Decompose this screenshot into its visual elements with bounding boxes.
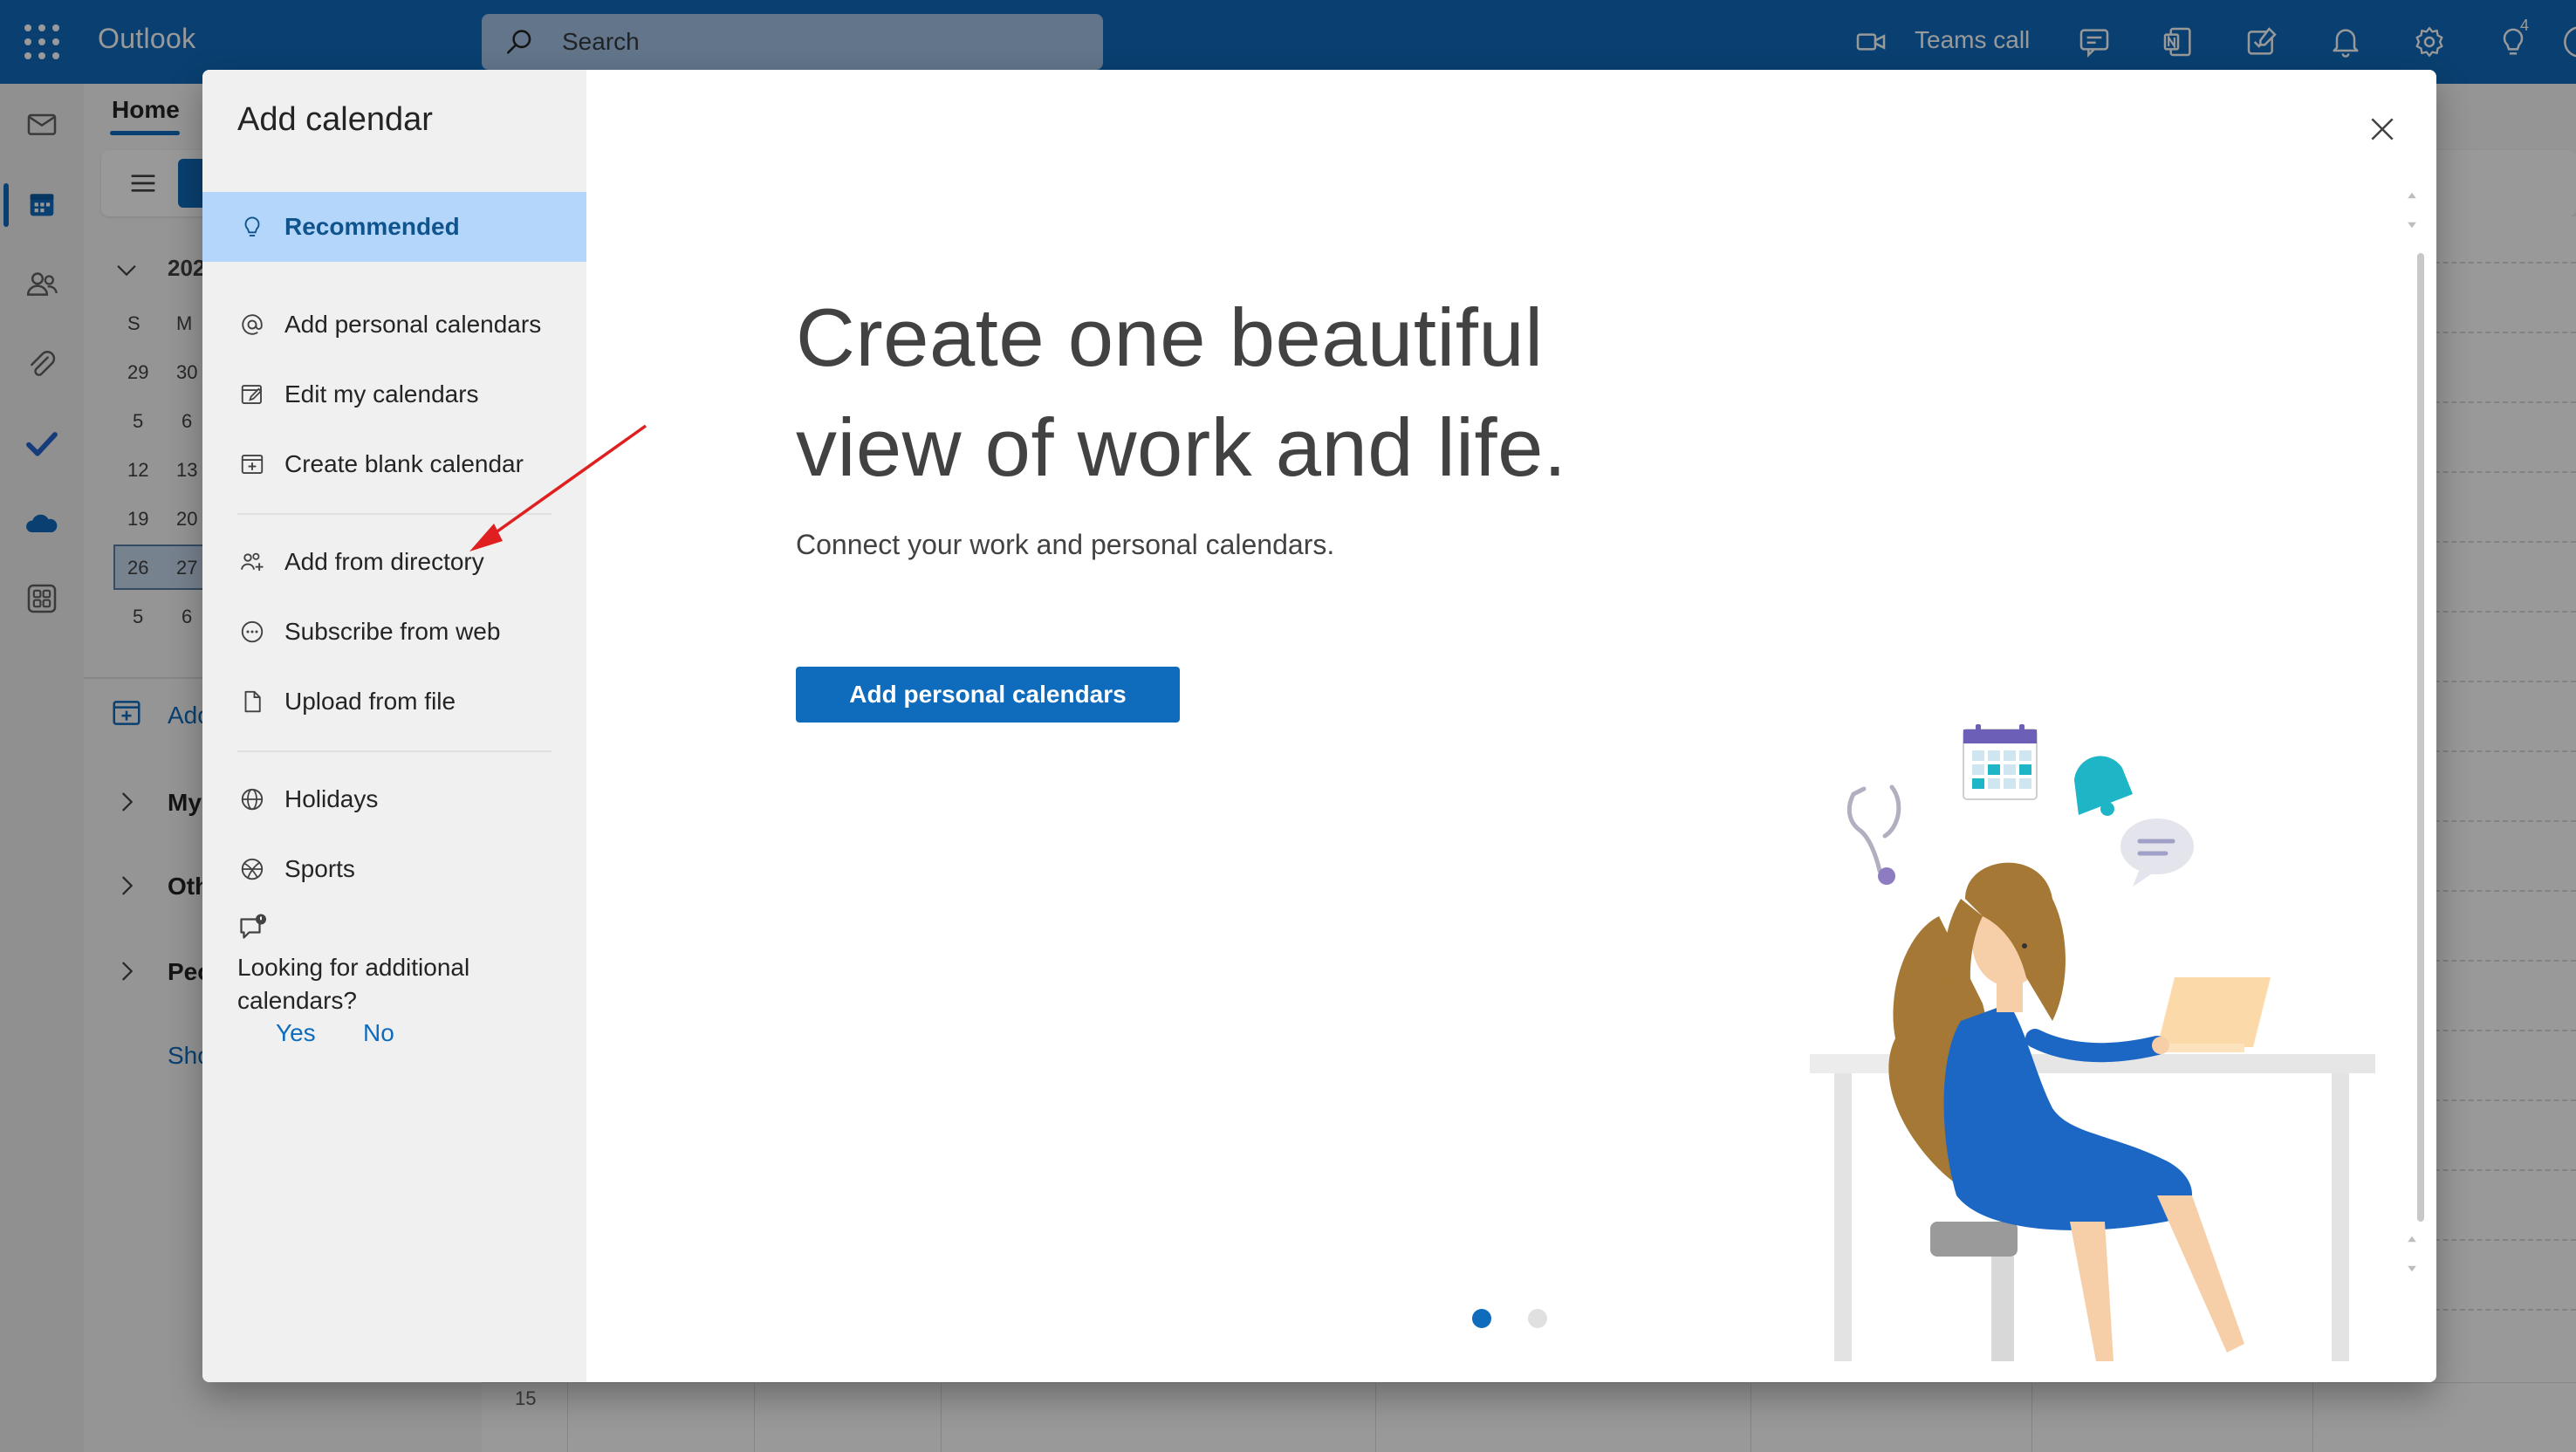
carousel-dot[interactable]	[1472, 1309, 1491, 1328]
carousel-dots	[1472, 1309, 1547, 1328]
carousel-dot[interactable]	[1528, 1309, 1547, 1328]
add-calendar-dialog: Add calendar Recommended Add personal ca…	[202, 70, 2436, 1382]
